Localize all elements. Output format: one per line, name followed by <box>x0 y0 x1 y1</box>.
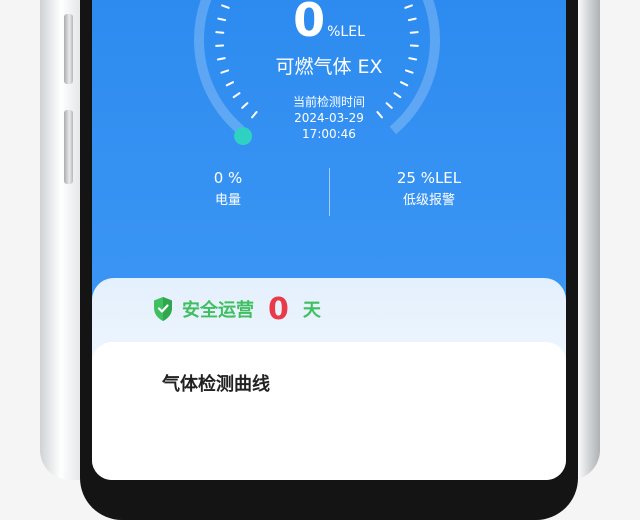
alarm-value: 25 %LEL <box>339 168 519 188</box>
stats-divider <box>329 168 330 216</box>
chart-section-title: 气体检测曲线 <box>162 370 270 396</box>
gauge-tick <box>401 82 407 85</box>
reading-value: 0 <box>293 0 325 50</box>
gas-reading: 0%LEL <box>92 0 566 50</box>
safety-days: 0 <box>268 292 289 327</box>
gauge-tick <box>227 82 233 85</box>
gas-name: 可燃气体 EX <box>92 52 566 79</box>
detection-clock: 17:00:46 <box>92 126 566 142</box>
app-screen: 0%LEL 可燃气体 EX 当前检测时间 2024-03-29 17:00:46… <box>92 0 566 480</box>
detection-date: 2024-03-29 <box>92 110 566 126</box>
volume-up-button <box>64 14 73 84</box>
safety-row: 安全运营 0 天 <box>152 292 321 326</box>
safety-label: 安全运营 <box>182 296 254 322</box>
volume-down-button <box>64 110 73 184</box>
alarm-stat: 25 %LEL 低级报警 <box>339 168 519 211</box>
shield-check-icon <box>152 296 174 322</box>
battery-stat: 0 % 电量 <box>138 168 318 211</box>
battery-value: 0 % <box>138 168 318 188</box>
alarm-label: 低级报警 <box>339 191 519 211</box>
chart-card <box>92 342 566 480</box>
battery-label: 电量 <box>138 191 318 211</box>
reading-unit: %LEL <box>327 24 365 40</box>
detection-time: 当前检测时间 2024-03-29 17:00:46 <box>92 94 566 142</box>
stats-row: 0 % 电量 25 %LEL 低级报警 <box>92 168 566 218</box>
safety-days-unit: 天 <box>303 296 321 322</box>
time-label: 当前检测时间 <box>92 94 566 110</box>
